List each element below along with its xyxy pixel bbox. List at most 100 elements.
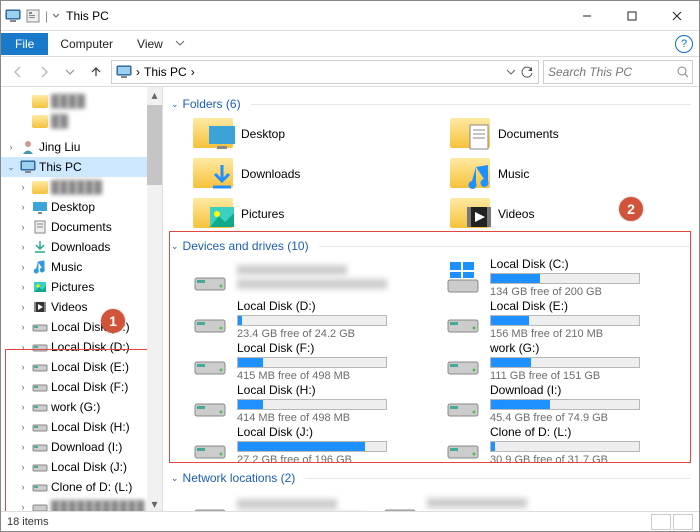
tree-item-videos[interactable]: ›Videos [1,297,162,317]
back-button[interactable] [7,61,29,83]
tab-computer[interactable]: Computer [48,33,125,55]
network-location[interactable] [193,489,367,511]
refresh-icon[interactable] [520,65,534,79]
drive-free-text: 414 MB free of 498 MB [237,412,434,424]
tree-item-disk-l[interactable]: ›Clone of D: (L:) [1,477,162,497]
window-title: This PC [66,9,109,23]
window-controls [564,2,699,30]
tree-item-user[interactable]: ›Jing Liu [1,137,162,157]
drive-usage-bar [490,273,640,284]
tree-item-disk-f[interactable]: ›Local Disk (F:) [1,377,162,397]
collapse-icon[interactable]: ⌄ [171,241,179,252]
tree-item[interactable]: ████ [1,91,162,111]
folder-item[interactable]: Documents [450,115,691,153]
body: ████ ██ ›Jing Liu ⌄This PC ›██████ ›Desk… [1,87,699,511]
history-dropdown-icon[interactable] [506,67,516,77]
tree-item-disk-c[interactable]: ›Local Disk (C:) [1,317,162,337]
tree-scrollbar[interactable]: ▴ ▾ [147,87,162,511]
tree-item-thispc[interactable]: ⌄This PC [1,157,162,177]
forward-button[interactable] [33,61,55,83]
tab-view[interactable]: View [125,33,175,55]
drive-item[interactable]: Local Disk (D:)23.4 GB free of 24.2 GB [193,299,434,339]
group-header-network[interactable]: ⌄ Network locations (2) [171,471,691,485]
search-input[interactable] [548,65,672,79]
drive-free-text: 134 GB free of 200 GB [490,286,687,298]
minimize-button[interactable] [564,2,609,30]
breadcrumb-chevron[interactable]: › [136,65,140,79]
search-box[interactable] [543,60,693,84]
collapse-icon[interactable]: ⌄ [171,473,179,484]
tree-item-disk-h[interactable]: ›Local Disk (H:) [1,417,162,437]
tab-file[interactable]: File [1,33,48,55]
drive-item[interactable]: Local Disk (H:)414 MB free of 498 MB [193,383,434,423]
drive-free-text: 27.2 GB free of 196 GB [237,454,434,466]
network-location[interactable] [383,489,557,511]
tree-item-documents[interactable]: ›Documents [1,217,162,237]
collapse-icon[interactable]: ⌄ [171,99,179,110]
breadcrumb-location[interactable]: This PC [144,65,187,79]
tree-item-disk-g[interactable]: ›work (G:) [1,397,162,417]
folder-item[interactable]: Videos [450,195,691,233]
properties-icon[interactable] [25,8,41,24]
tree-item[interactable]: ›███████████ [1,497,162,511]
drive-item[interactable]: Local Disk (J:)27.2 GB free of 196 GB [193,425,434,465]
tree-item[interactable]: ›██████ [1,177,162,197]
close-button[interactable] [654,2,699,30]
drive-item[interactable]: Download (I:)45.4 GB free of 74.9 GB [446,383,687,423]
tree-item-disk-j[interactable]: ›Local Disk (J:) [1,457,162,477]
tree-item-downloads[interactable]: ›Downloads [1,237,162,257]
folder-item[interactable]: Desktop [193,115,434,153]
drive-free-text: 23.4 GB free of 24.2 GB [237,328,434,340]
drive-usage-bar [490,357,640,368]
up-button[interactable] [85,61,107,83]
drive-name: work (G:) [490,341,687,355]
group-header-drives[interactable]: ⌄ Devices and drives (10) [171,239,691,253]
tree-item-disk-d[interactable]: ›Local Disk (D:) [1,337,162,357]
drive-item[interactable]: Clone of D: (L:)30.9 GB free of 31.7 GB [446,425,687,465]
scroll-up-icon[interactable]: ▴ [147,87,162,102]
recent-locations-icon[interactable] [59,61,81,83]
view-large-icons-button[interactable] [673,514,693,530]
help-icon[interactable]: ? [675,35,693,53]
tree-item-disk-i[interactable]: ›Download (I:) [1,437,162,457]
network-locations [193,489,691,511]
drive-item[interactable]: Local Disk (C:) 134 GB free of 200 GB [446,257,687,297]
drive-free-text: 415 MB free of 498 MB [237,370,434,382]
titlebar: | This PC [1,1,699,31]
drive-name: Clone of D: (L:) [490,425,687,439]
tree-item[interactable]: ██ [1,111,162,131]
search-icon[interactable] [676,65,688,79]
drive-free-text: 156 MB free of 210 MB [490,328,687,340]
folder-item[interactable]: Downloads [193,155,434,193]
maximize-button[interactable] [609,2,654,30]
tree-item-pictures[interactable]: ›Pictures [1,277,162,297]
tree-item-desktop[interactable]: ›Desktop [1,197,162,217]
ribbon-tabs: File Computer View ? [1,31,699,57]
drive-item[interactable]: Local Disk (E:)156 MB free of 210 MB [446,299,687,339]
drive-item[interactable] [193,257,434,297]
drive-usage-bar [237,441,387,452]
qat-dropdown-icon[interactable] [52,12,60,20]
drive-item[interactable]: Local Disk (F:)415 MB free of 498 MB [193,341,434,381]
view-details-button[interactable] [651,514,671,530]
quick-access-toolbar: | [1,8,60,24]
drive-item[interactable]: work (G:)111 GB free of 151 GB [446,341,687,381]
drive-name: Local Disk (C:) [490,257,687,271]
folder-item[interactable]: Music [450,155,691,193]
drive-usage-bar [237,357,387,368]
drives-grid: Local Disk (C:)134 GB free of 200 GBLoca… [193,257,687,465]
status-items-count: 18 items [7,516,49,528]
qat-separator: | [45,9,48,23]
expand-ribbon-icon[interactable] [175,37,185,51]
breadcrumb-chevron[interactable]: › [191,65,195,79]
folders-grid: Desktop Documents Downloads Music Pictures Vi… [193,115,691,233]
scroll-down-icon[interactable]: ▾ [147,496,162,511]
tree-item-music[interactable]: ›Music [1,257,162,277]
drive-name: Download (I:) [490,383,687,397]
scroll-thumb[interactable] [147,105,162,185]
group-header-folders[interactable]: ⌄ Folders (6) [171,97,691,111]
breadcrumb[interactable]: › This PC › [111,60,539,84]
tree-item-disk-e[interactable]: ›Local Disk (E:) [1,357,162,377]
folder-item[interactable]: Pictures [193,195,434,233]
computer-icon [116,64,132,80]
